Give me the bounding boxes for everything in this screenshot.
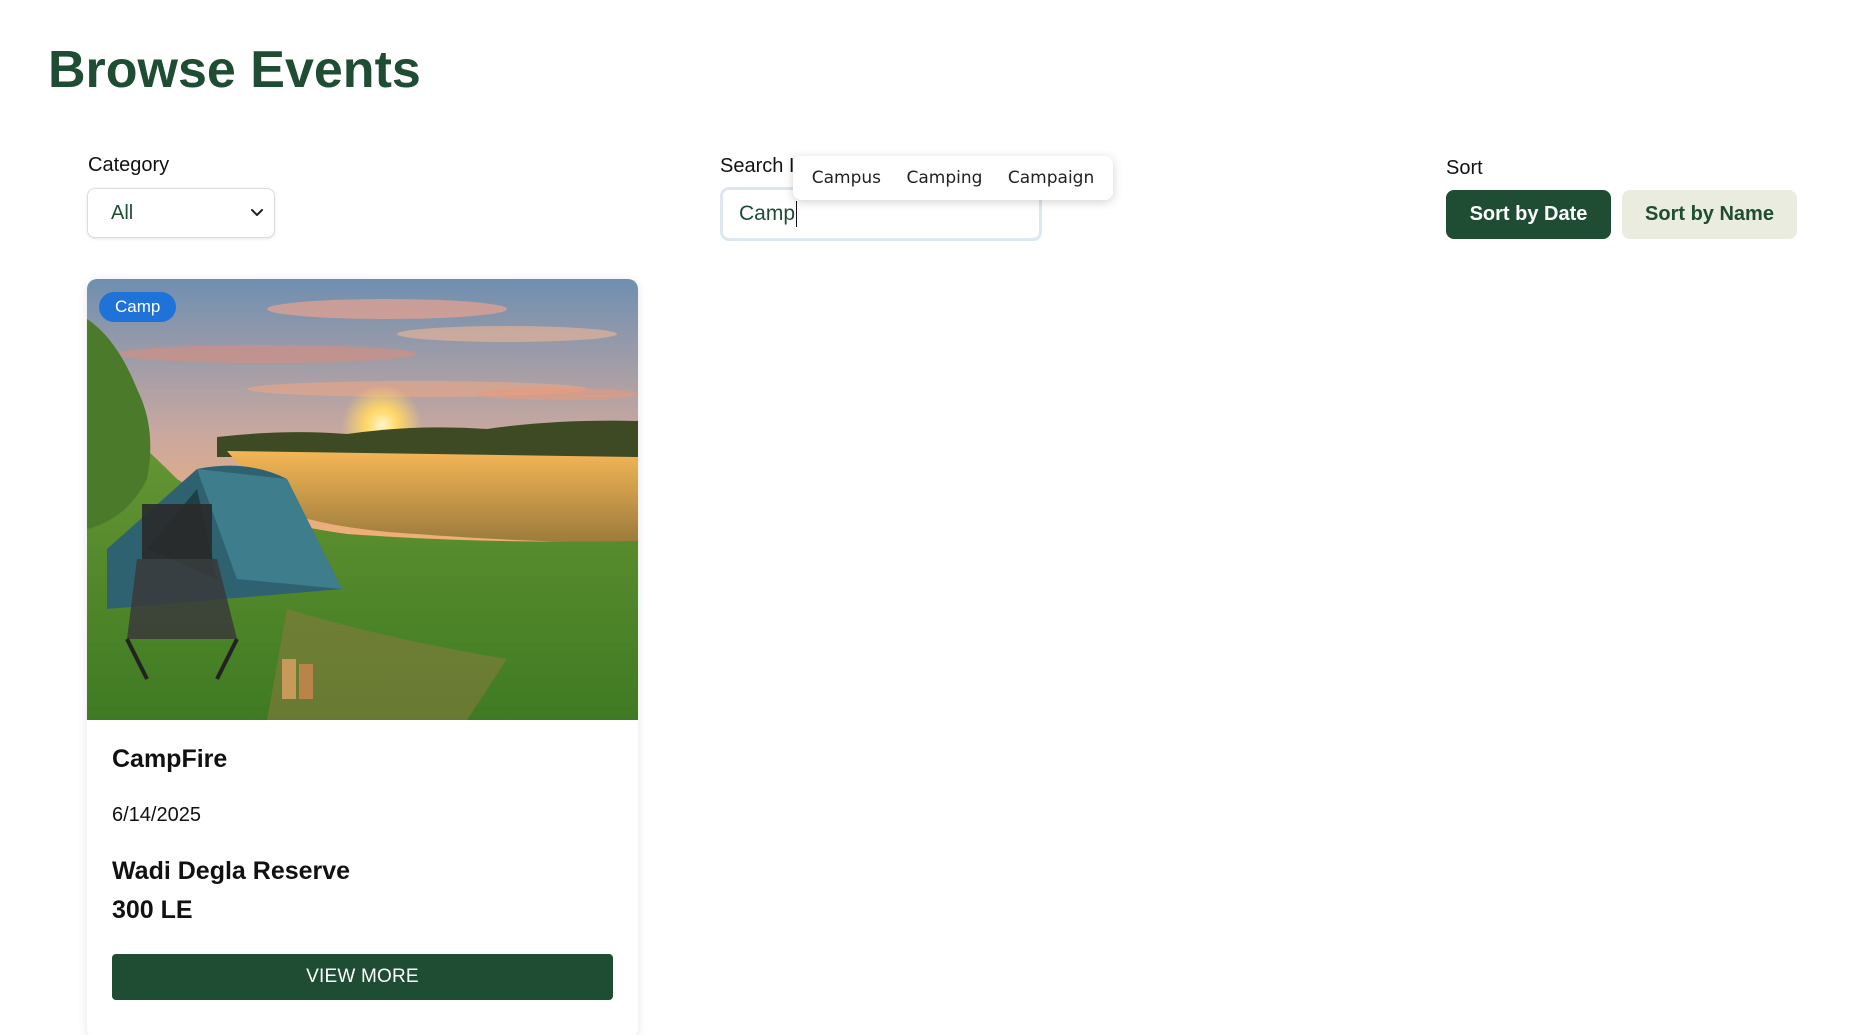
event-location: Wadi Degla Reserve xyxy=(112,857,351,885)
text-caret xyxy=(796,201,798,227)
event-date: 6/14/2025 xyxy=(112,804,201,826)
event-price: 300 LE xyxy=(112,896,193,924)
category-selected-value: All xyxy=(111,201,134,224)
search-suggestions: Campus Camping Campaign xyxy=(793,156,1113,200)
category-label: Category xyxy=(88,154,170,176)
event-name: CampFire xyxy=(112,745,228,773)
search-label: Search I xyxy=(720,155,795,177)
suggestion-item[interactable]: Camping xyxy=(906,168,982,188)
chevron-down-icon xyxy=(250,206,264,220)
category-badge: Camp xyxy=(99,292,177,322)
page-title: Browse Events xyxy=(48,41,421,99)
suggestion-item[interactable]: Campaign xyxy=(1008,168,1094,188)
browse-events-page: Browse Events Category All Search I Camp… xyxy=(0,0,1876,1035)
sort-label: Sort xyxy=(1446,157,1483,179)
search-input-value: Camp xyxy=(739,202,796,225)
event-image xyxy=(87,279,638,720)
sort-by-date-button[interactable]: Sort by Date xyxy=(1446,190,1611,239)
view-more-button[interactable]: VIEW MORE xyxy=(112,954,613,1000)
category-select[interactable]: All xyxy=(87,188,275,238)
event-card: Camp CampFire 6/14/2025 Wadi Degla Reser… xyxy=(87,279,638,1035)
suggestion-item[interactable]: Campus xyxy=(812,168,881,188)
sort-by-name-button[interactable]: Sort by Name xyxy=(1622,190,1797,239)
